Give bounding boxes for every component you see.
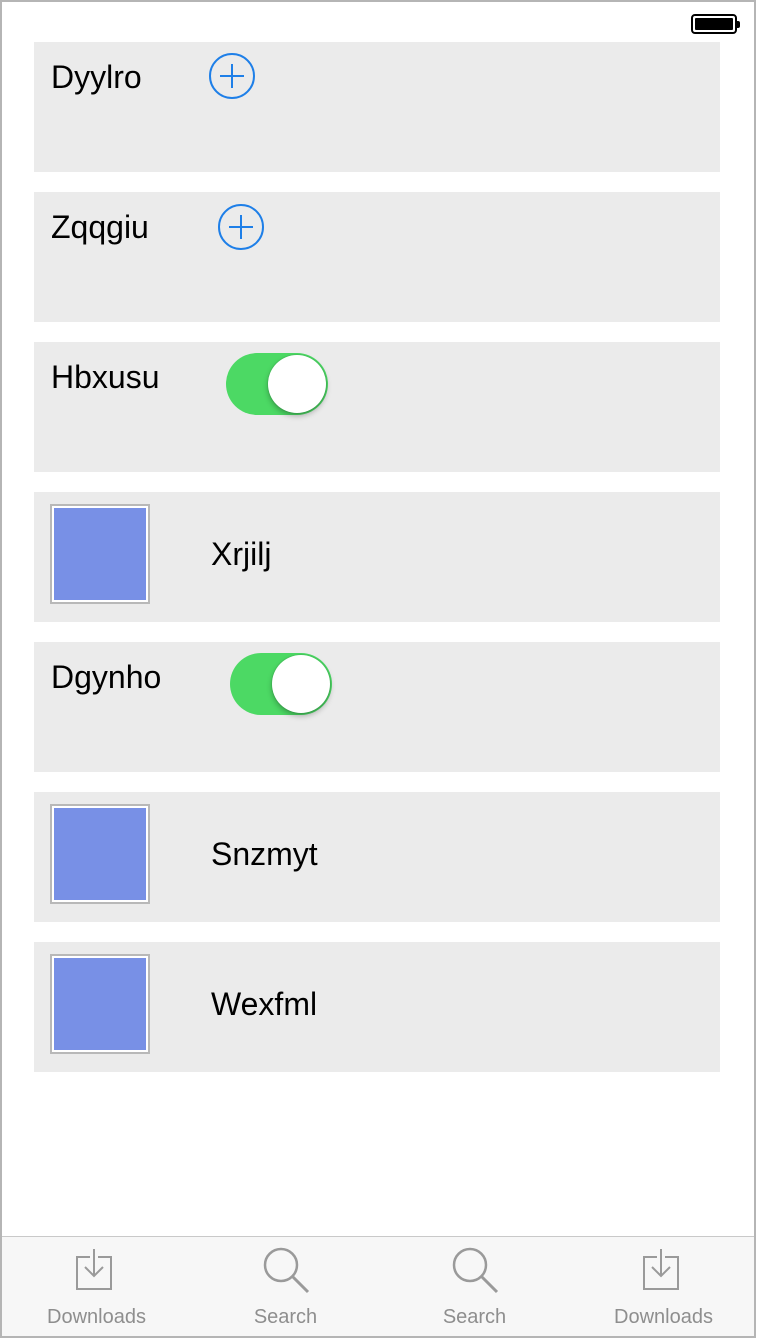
image-thumbnail[interactable] — [50, 804, 150, 904]
toggle-knob — [268, 355, 326, 413]
image-thumbnail[interactable] — [50, 504, 150, 604]
dgynho-toggle[interactable] — [230, 653, 332, 715]
list-item-dyylro: Dyylro — [34, 42, 720, 172]
hbxusu-toggle[interactable] — [226, 353, 328, 415]
list-item-label: Wexfml — [211, 986, 318, 1022]
tab-downloads-2[interactable]: Downloads — [569, 1237, 754, 1336]
image-thumbnail[interactable] — [50, 954, 150, 1054]
tab-label: Search — [442, 1306, 507, 1328]
plus-circle-icon[interactable] — [218, 204, 264, 250]
tab-label: Downloads — [614, 1306, 713, 1328]
tab-search-2[interactable]: Search — [380, 1237, 569, 1336]
tab-label: Search — [253, 1306, 318, 1328]
tab-label: Downloads — [47, 1306, 146, 1328]
tab-downloads[interactable]: Downloads — [2, 1237, 191, 1336]
list-item-xrjilj: Xrjilj — [34, 492, 720, 622]
list-item-snzmyt: Snzmyt — [34, 792, 720, 922]
list-item-label: Snzmyt — [211, 836, 318, 872]
settings-list: Dyylro Zqqgiu Hbxusu Xrjilj Dgynho Snzmy… — [34, 42, 720, 1092]
plus-circle-icon[interactable] — [209, 53, 255, 99]
search-icon — [263, 1247, 309, 1294]
list-item-dgynho: Dgynho — [34, 642, 720, 772]
list-item-label: Zqqgiu — [51, 209, 149, 245]
search-icon — [452, 1247, 498, 1294]
phone-screen: Dyylro Zqqgiu Hbxusu Xrjilj Dgynho Snzmy… — [0, 0, 756, 1338]
battery-full-icon — [691, 14, 740, 34]
list-item-label: Hbxusu — [51, 359, 160, 395]
toggle-knob — [272, 655, 330, 713]
list-item-label: Dgynho — [51, 659, 162, 695]
list-item-zqqgiu: Zqqgiu — [34, 192, 720, 322]
list-item-label: Xrjilj — [211, 536, 272, 572]
tab-bar: Downloads Search Search Downloads — [2, 1236, 754, 1336]
download-icon — [642, 1249, 679, 1290]
download-icon — [75, 1249, 112, 1290]
list-item-label: Dyylro — [51, 59, 142, 95]
tab-search[interactable]: Search — [191, 1237, 380, 1336]
list-item-hbxusu: Hbxusu — [34, 342, 720, 472]
list-item-wexfml: Wexfml — [34, 942, 720, 1072]
